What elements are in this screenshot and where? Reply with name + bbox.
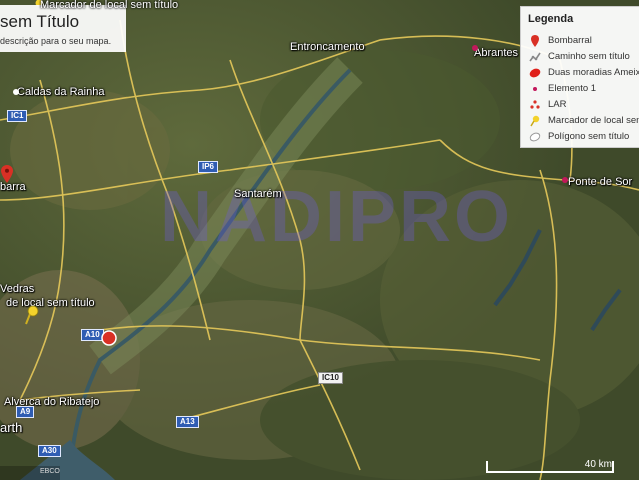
place-label-vedras: Vedras	[0, 283, 35, 295]
legend-item-elemento-1[interactable]: Elemento 1	[521, 81, 639, 97]
legend-label: Elemento 1	[548, 83, 597, 94]
place-label-abrantes: Abrantes	[474, 47, 519, 59]
yellow-pin-icon	[530, 115, 540, 127]
legend-label: Marcador de local sem título	[548, 115, 639, 126]
legend-item-duas-moradias[interactable]: Duas moradias Ameixoeira	[521, 65, 639, 81]
yellow-pushpin-icon[interactable]	[24, 305, 40, 325]
ponte-sor-dot-icon[interactable]	[561, 176, 569, 184]
satellite-map[interactable]: NADIPRO Entroncamento Abrantes Caldas da…	[0, 0, 639, 480]
legend-title: Legenda	[528, 13, 574, 25]
place-label-ponte-sor: Ponte de Sor	[568, 176, 633, 188]
red-pin-icon	[531, 35, 539, 47]
caldas-dot-icon[interactable]	[12, 88, 20, 96]
legend-item-bombarral[interactable]: Bombarral	[521, 33, 639, 49]
legend-label: Caminho sem título	[548, 51, 630, 62]
legend-item-poligono[interactable]: Polígono sem título	[521, 129, 639, 145]
red-polygon-icon	[529, 68, 541, 78]
place-label-entroncamento: Entroncamento	[290, 41, 365, 53]
attribution-text: EBCO	[40, 468, 60, 475]
attribution: EBCO	[0, 466, 60, 480]
watermark: NADIPRO	[160, 177, 514, 257]
map-description: descrição para o seu mapa.	[0, 36, 112, 46]
map-title: sem Título	[0, 12, 80, 31]
place-label-caldas: Caldas da Rainha	[17, 86, 105, 98]
road-shield-a9: A9	[16, 406, 35, 418]
top-marker-label: Marcador de local sem título	[40, 0, 179, 11]
empty-polygon-icon	[529, 132, 541, 142]
road-shield-ip6: IP6	[198, 161, 219, 173]
legend-panel[interactable]: Legenda Bombarral Caminho sem título Dua…	[520, 6, 639, 148]
legend-label: LAR	[548, 99, 567, 110]
legend-label: Bombarral	[548, 35, 592, 46]
road-shield-a13: A13	[176, 416, 199, 428]
cluster-dots-icon	[530, 100, 540, 109]
place-label-santarem: Santarém	[234, 188, 282, 200]
scale-bar: 40 km	[486, 459, 616, 473]
path-icon	[529, 52, 541, 62]
legend-item-caminho[interactable]: Caminho sem título	[521, 49, 639, 65]
scale-line	[486, 471, 614, 473]
small-dot-icon	[533, 87, 537, 91]
abrantes-dot-icon[interactable]	[471, 44, 479, 52]
place-label-earth: arth	[0, 420, 23, 435]
place-label-local-sem-titulo: de local sem título	[6, 297, 95, 309]
legend-item-marcador[interactable]: Marcador de local sem título	[521, 113, 639, 129]
red-route-badge-icon[interactable]	[101, 330, 117, 346]
scale-label: 40 km	[584, 459, 612, 470]
legend-label: Polígono sem título	[548, 131, 630, 142]
map-title-panel[interactable]: Marcador de local sem título sem Título …	[0, 0, 178, 52]
scale-tick-right	[612, 461, 614, 473]
scale-tick-left	[486, 461, 488, 473]
road-shield-ic1: IC1	[7, 110, 28, 122]
road-shield-a30: A30	[38, 445, 61, 457]
bombarral-red-pin-icon[interactable]	[1, 165, 13, 183]
legend-label: Duas moradias Ameixoeira	[548, 67, 639, 78]
legend-item-lar[interactable]: LAR	[521, 97, 639, 113]
road-shield-ic10: IC10	[318, 372, 343, 384]
